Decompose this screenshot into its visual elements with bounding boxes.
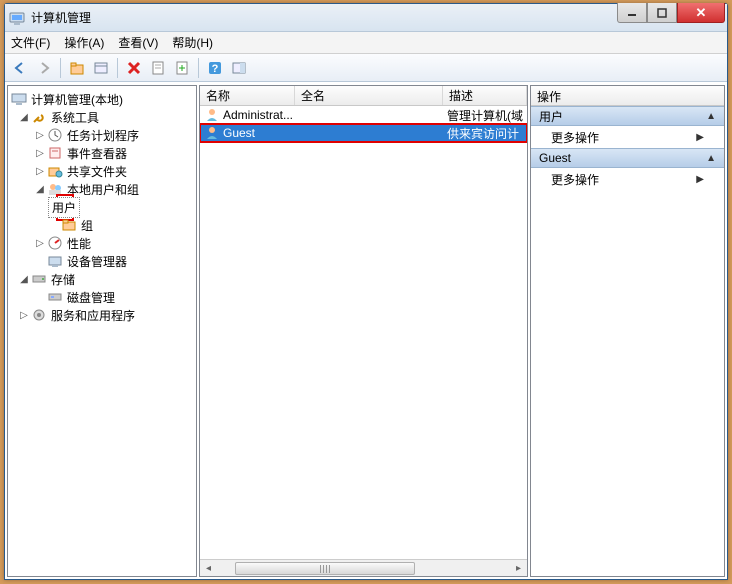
toolbar: ? bbox=[5, 54, 727, 82]
properties-button[interactable] bbox=[147, 57, 169, 79]
expand-icon[interactable]: ▷ bbox=[34, 238, 46, 249]
actions-header: 操作 bbox=[531, 86, 724, 106]
performance-icon bbox=[46, 235, 64, 251]
scroll-left-icon[interactable]: ◂ bbox=[200, 560, 217, 577]
list-row[interactable]: Administrat... 管理计算机(域 bbox=[200, 106, 527, 124]
tree-shared-folders[interactable]: ▷ 共享文件夹 bbox=[8, 162, 196, 180]
device-icon bbox=[46, 253, 64, 269]
tree-performance[interactable]: ▷ 性能 bbox=[8, 234, 196, 252]
horizontal-scrollbar[interactable]: ◂ ▸ bbox=[200, 559, 527, 576]
tree-services-apps[interactable]: ▷ 服务和应用程序 bbox=[8, 306, 196, 324]
menu-action[interactable]: 操作(A) bbox=[64, 34, 104, 51]
tree-root[interactable]: 计算机管理(本地) bbox=[8, 90, 196, 108]
tree-pane[interactable]: 计算机管理(本地) ◢ 系统工具 ▷ 任务计划程序 ▷ 事件查看器 ▷ 共享文件… bbox=[7, 85, 197, 577]
collapse-icon[interactable]: ◢ bbox=[18, 112, 30, 123]
menu-view[interactable]: 查看(V) bbox=[118, 34, 158, 51]
delete-button[interactable] bbox=[123, 57, 145, 79]
tree-users[interactable]: 用户 bbox=[8, 198, 196, 216]
collapse-icon: ▲ bbox=[706, 111, 716, 122]
list-body[interactable]: Administrat... 管理计算机(域 Guest 供来宾访问计 bbox=[200, 106, 527, 559]
menu-help[interactable]: 帮助(H) bbox=[172, 34, 213, 51]
user-icon bbox=[204, 125, 220, 141]
close-button[interactable]: ✕ bbox=[677, 3, 725, 23]
collapse-icon[interactable]: ◢ bbox=[34, 184, 46, 195]
list-pane: 名称 全名 描述 Administrat... 管理计算机(域 Guest bbox=[199, 85, 528, 577]
col-name[interactable]: 名称 bbox=[200, 86, 295, 105]
tree-device-manager[interactable]: 设备管理器 bbox=[8, 252, 196, 270]
computer-icon bbox=[10, 91, 28, 107]
tree-task-scheduler[interactable]: ▷ 任务计划程序 bbox=[8, 126, 196, 144]
tree-system-tools[interactable]: ◢ 系统工具 bbox=[8, 108, 196, 126]
tree-storage[interactable]: ◢ 存储 bbox=[8, 270, 196, 288]
actions-group-users[interactable]: 用户 ▲ bbox=[531, 106, 724, 126]
maximize-button[interactable] bbox=[647, 3, 677, 23]
clock-icon bbox=[46, 127, 64, 143]
scroll-right-icon[interactable]: ▸ bbox=[510, 560, 527, 577]
tree-local-users-groups[interactable]: ◢ 本地用户和组 bbox=[8, 180, 196, 198]
options-button[interactable] bbox=[90, 57, 112, 79]
expand-icon[interactable]: ▷ bbox=[34, 148, 46, 159]
tree-event-viewer[interactable]: ▷ 事件查看器 bbox=[8, 144, 196, 162]
actions-pane: 操作 用户 ▲ 更多操作 ▶ Guest ▲ 更多操作 ▶ bbox=[530, 85, 725, 577]
show-hide-button[interactable] bbox=[228, 57, 250, 79]
export-button[interactable] bbox=[171, 57, 193, 79]
back-button[interactable] bbox=[9, 57, 31, 79]
submenu-icon: ▶ bbox=[696, 174, 704, 185]
event-icon bbox=[46, 145, 64, 161]
expand-icon[interactable]: ▷ bbox=[34, 166, 46, 177]
services-icon bbox=[30, 307, 48, 323]
actions-group-guest[interactable]: Guest ▲ bbox=[531, 148, 724, 168]
menu-file[interactable]: 文件(F) bbox=[11, 34, 50, 51]
minimize-button[interactable] bbox=[617, 3, 647, 23]
tree-groups[interactable]: 组 bbox=[8, 216, 196, 234]
col-fullname[interactable]: 全名 bbox=[295, 86, 443, 105]
list-row-selected[interactable]: Guest 供来宾访问计 bbox=[200, 124, 527, 142]
collapse-icon[interactable]: ◢ bbox=[18, 274, 30, 285]
computer-management-window: 计算机管理 ✕ 文件(F) 操作(A) 查看(V) 帮助(H) ? 计算机管理 bbox=[4, 3, 728, 580]
tools-icon bbox=[30, 109, 48, 125]
submenu-icon: ▶ bbox=[696, 132, 704, 143]
forward-button[interactable] bbox=[33, 57, 55, 79]
folder-icon bbox=[60, 217, 78, 233]
collapse-icon: ▲ bbox=[706, 153, 716, 164]
tree-disk-management[interactable]: 磁盘管理 bbox=[8, 288, 196, 306]
svg-text:?: ? bbox=[212, 63, 219, 75]
user-icon bbox=[204, 107, 220, 123]
app-icon bbox=[9, 10, 25, 26]
expand-icon[interactable]: ▷ bbox=[34, 130, 46, 141]
help-button[interactable]: ? bbox=[204, 57, 226, 79]
disk-icon bbox=[46, 289, 64, 305]
storage-icon bbox=[30, 271, 48, 287]
menubar: 文件(F) 操作(A) 查看(V) 帮助(H) bbox=[5, 32, 727, 54]
main-body: 计算机管理(本地) ◢ 系统工具 ▷ 任务计划程序 ▷ 事件查看器 ▷ 共享文件… bbox=[5, 82, 727, 579]
titlebar[interactable]: 计算机管理 ✕ bbox=[5, 4, 727, 32]
actions-more-guest[interactable]: 更多操作 ▶ bbox=[531, 168, 724, 190]
up-button[interactable] bbox=[66, 57, 88, 79]
scroll-thumb[interactable] bbox=[235, 562, 415, 575]
share-icon bbox=[46, 163, 64, 179]
list-header: 名称 全名 描述 bbox=[200, 86, 527, 106]
expand-icon[interactable]: ▷ bbox=[18, 310, 30, 321]
actions-more-users[interactable]: 更多操作 ▶ bbox=[531, 126, 724, 148]
col-desc[interactable]: 描述 bbox=[443, 86, 527, 105]
